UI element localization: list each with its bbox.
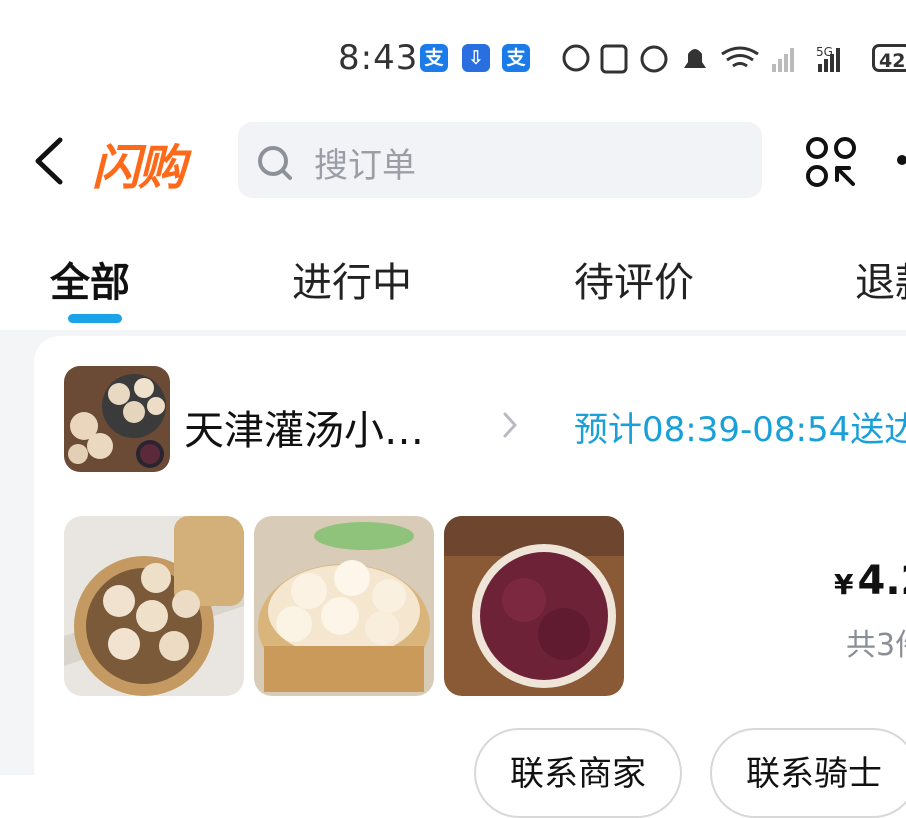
- contact-merchant-button[interactable]: 联系商家: [474, 728, 682, 818]
- alipay-app-icon-2: 支: [502, 44, 530, 72]
- shop-thumbnail[interactable]: [64, 366, 170, 472]
- active-tab-indicator: [68, 314, 122, 323]
- search-input[interactable]: 搜订单: [238, 122, 762, 198]
- wifi-icon: [721, 46, 759, 68]
- tab-refund[interactable]: 退款: [855, 250, 906, 308]
- download-app-icon: ⇩: [462, 44, 490, 72]
- chevron-left-icon[interactable]: [30, 136, 70, 186]
- nfc-icon: [600, 44, 628, 74]
- mute-icon: [684, 49, 706, 68]
- order-tabs: 全部 进行中 待评价 退款: [0, 210, 906, 330]
- tab-to-review[interactable]: 待评价: [574, 250, 694, 308]
- tab-in-progress[interactable]: 进行中: [292, 250, 412, 308]
- status-icons: 5G: [562, 44, 840, 74]
- alipay-app-icon: 支: [420, 44, 448, 72]
- item-count: 共3件: [846, 628, 906, 663]
- status-time: 8:43: [338, 38, 419, 78]
- app-logo: 闪购: [92, 140, 186, 196]
- scan-icon[interactable]: [805, 136, 857, 188]
- delivery-eta: 预计08:39-08:54送达: [574, 410, 906, 450]
- alarm-icon: [640, 45, 668, 73]
- chevron-right-icon: [503, 412, 518, 438]
- order-card[interactable]: 天津灌汤小… 预计08:39-08:54送达 ¥ 4. 共3 联系商家 联系骑士: [34, 336, 906, 818]
- header-bar: 闪购 搜订单: [0, 110, 906, 210]
- more-icon[interactable]: [896, 154, 906, 166]
- battery-indicator: 42: [872, 44, 906, 72]
- order-price: ¥4.2: [834, 558, 906, 604]
- sim-icon: [562, 44, 590, 72]
- status-bar: 8:43 支 ⇩ 支 5G 42: [0, 0, 906, 110]
- contact-rider-button[interactable]: 联系骑士: [710, 728, 906, 818]
- food-image-soup-dumplings[interactable]: [64, 516, 244, 696]
- signal-1-icon: [772, 48, 794, 72]
- search-placeholder: 搜订单: [314, 146, 416, 186]
- currency-symbol: ¥: [834, 568, 854, 601]
- order-list: 天津灌汤小… 预计08:39-08:54送达 ¥ 4. 共3 联系商家 联系骑士: [0, 330, 906, 818]
- tab-all[interactable]: 全部: [50, 250, 130, 308]
- shop-name[interactable]: 天津灌汤小…: [184, 398, 424, 456]
- search-icon: [258, 146, 292, 180]
- price-value: 4.2: [857, 558, 906, 604]
- food-image-steamed-buns[interactable]: [254, 516, 434, 696]
- food-image-purple-rice[interactable]: [444, 516, 624, 696]
